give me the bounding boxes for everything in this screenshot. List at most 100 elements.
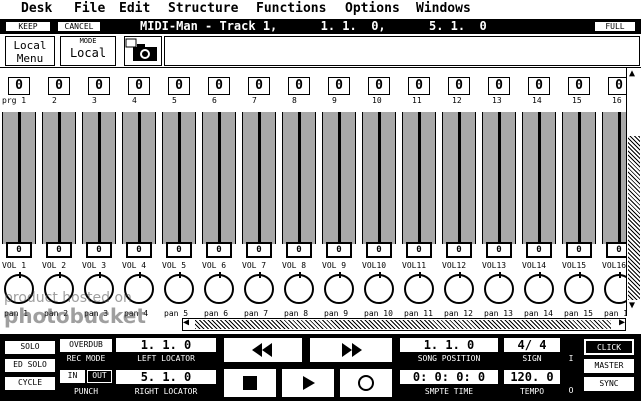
volume-label: VOL 4 bbox=[122, 261, 147, 270]
volume-fader-knob[interactable]: 0 bbox=[126, 242, 152, 258]
horizontal-scrollbar[interactable]: ◀ ▶ bbox=[182, 317, 626, 331]
volume-fader-track[interactable] bbox=[2, 112, 36, 244]
program-value-box[interactable]: 0 bbox=[8, 77, 30, 95]
pan-indicator bbox=[139, 272, 141, 278]
punch-in-button[interactable]: IN bbox=[60, 370, 85, 383]
camera-icon[interactable] bbox=[124, 36, 162, 66]
volume-fader-track[interactable] bbox=[242, 112, 276, 244]
volume-fader-knob[interactable]: 0 bbox=[566, 242, 592, 258]
sign-field[interactable]: 4/ 4 bbox=[504, 338, 560, 352]
vertical-scrollbar[interactable]: ▲ ▼ bbox=[626, 68, 641, 316]
volume-fader-track[interactable] bbox=[482, 112, 516, 244]
program-value-box[interactable]: 0 bbox=[528, 77, 550, 95]
program-value-box[interactable]: 0 bbox=[248, 77, 270, 95]
menu-windows[interactable]: Windows bbox=[416, 1, 471, 17]
menu-structure[interactable]: Structure bbox=[168, 1, 238, 17]
volume-fader-track[interactable] bbox=[442, 112, 476, 244]
local-menu-button[interactable]: Local Menu bbox=[5, 36, 55, 66]
menu-desk[interactable]: Desk bbox=[21, 1, 52, 17]
menu-functions[interactable]: Functions bbox=[256, 1, 326, 17]
master-button[interactable]: MASTER bbox=[584, 359, 634, 373]
hscroll-track[interactable] bbox=[195, 320, 611, 329]
program-value-box[interactable]: 0 bbox=[208, 77, 230, 95]
mode-box[interactable]: MODE Local bbox=[60, 36, 116, 66]
pan-indicator bbox=[19, 272, 21, 278]
program-value-box[interactable]: 0 bbox=[288, 77, 310, 95]
volume-fader-track[interactable] bbox=[402, 112, 436, 244]
volume-fader-knob[interactable]: 0 bbox=[406, 242, 432, 258]
program-value-box[interactable]: 0 bbox=[408, 77, 430, 95]
pan-knob[interactable] bbox=[204, 272, 234, 304]
pan-knob[interactable] bbox=[244, 272, 274, 304]
scroll-track[interactable] bbox=[628, 136, 640, 300]
volume-fader-track[interactable] bbox=[562, 112, 596, 244]
ed-solo-button[interactable]: ED SOLO bbox=[5, 359, 55, 372]
pan-knob[interactable] bbox=[484, 272, 514, 304]
overdub-button[interactable]: OVERDUB bbox=[60, 339, 112, 352]
program-value-box[interactable]: 0 bbox=[328, 77, 350, 95]
program-value-box[interactable]: 0 bbox=[168, 77, 190, 95]
pan-knob[interactable] bbox=[284, 272, 314, 304]
smpte-time-field[interactable]: 0: 0: 0: 0 bbox=[400, 370, 498, 384]
volume-fader-knob[interactable]: 0 bbox=[446, 242, 472, 258]
volume-fader-track[interactable] bbox=[82, 112, 116, 244]
pan-knob[interactable] bbox=[324, 272, 354, 304]
sync-button[interactable]: SYNC bbox=[584, 377, 634, 391]
volume-fader-knob[interactable]: 0 bbox=[46, 242, 72, 258]
pan-knob[interactable] bbox=[564, 272, 594, 304]
pan-knob[interactable] bbox=[524, 272, 554, 304]
volume-fader-track[interactable] bbox=[282, 112, 316, 244]
program-value-box[interactable]: 0 bbox=[368, 77, 390, 95]
pan-indicator bbox=[99, 272, 101, 278]
volume-fader-track[interactable] bbox=[42, 112, 76, 244]
menu-edit[interactable]: Edit bbox=[119, 1, 150, 17]
volume-fader-knob[interactable]: 0 bbox=[286, 242, 312, 258]
left-locator-field[interactable]: 1. 1. 0 bbox=[116, 338, 216, 352]
program-value-box[interactable]: 0 bbox=[488, 77, 510, 95]
volume-fader-track[interactable] bbox=[202, 112, 236, 244]
program-value-box[interactable]: 0 bbox=[448, 77, 470, 95]
keep-button[interactable]: KEEP bbox=[5, 21, 51, 32]
volume-fader-knob[interactable]: 0 bbox=[486, 242, 512, 258]
volume-fader-knob[interactable]: 0 bbox=[6, 242, 32, 258]
volume-fader-track[interactable] bbox=[122, 112, 156, 244]
pan-knob[interactable] bbox=[444, 272, 474, 304]
solo-button[interactable]: SOLO bbox=[5, 341, 55, 354]
cancel-button[interactable]: CANCEL bbox=[57, 21, 101, 32]
volume-fader-knob[interactable]: 0 bbox=[246, 242, 272, 258]
pan-knob[interactable] bbox=[364, 272, 394, 304]
volume-fader-track[interactable] bbox=[362, 112, 396, 244]
cycle-button[interactable]: CYCLE bbox=[5, 377, 55, 390]
punch-out-button[interactable]: OUT bbox=[87, 370, 112, 383]
program-value-box[interactable]: 0 bbox=[88, 77, 110, 95]
volume-fader-knob[interactable]: 0 bbox=[86, 242, 112, 258]
program-value-box[interactable]: 0 bbox=[128, 77, 150, 95]
program-value-box[interactable]: 0 bbox=[568, 77, 590, 95]
song-position-field[interactable]: 1. 1. 0 bbox=[400, 338, 498, 352]
tempo-field[interactable]: 120. 0 bbox=[504, 370, 560, 384]
fast-forward-button[interactable] bbox=[310, 338, 392, 362]
scroll-up-icon[interactable]: ▲ bbox=[629, 68, 635, 79]
volume-fader-knob[interactable]: 0 bbox=[166, 242, 192, 258]
scroll-right-icon[interactable]: ▶ bbox=[619, 317, 625, 328]
scroll-down-icon[interactable]: ▼ bbox=[629, 300, 635, 311]
stop-button[interactable] bbox=[224, 369, 276, 397]
pan-knob[interactable] bbox=[404, 272, 434, 304]
volume-fader-knob[interactable]: 0 bbox=[206, 242, 232, 258]
volume-fader-track[interactable] bbox=[162, 112, 196, 244]
program-value-box[interactable]: 0 bbox=[48, 77, 70, 95]
play-button[interactable] bbox=[282, 369, 334, 397]
menu-options[interactable]: Options bbox=[345, 1, 400, 17]
full-button[interactable]: FULL bbox=[594, 21, 636, 32]
rewind-button[interactable] bbox=[224, 338, 302, 362]
volume-fader-track[interactable] bbox=[522, 112, 556, 244]
right-locator-field[interactable]: 5. 1. 0 bbox=[116, 370, 216, 384]
volume-fader-knob[interactable]: 0 bbox=[526, 242, 552, 258]
record-button[interactable] bbox=[340, 369, 392, 397]
volume-fader-knob[interactable]: 0 bbox=[326, 242, 352, 258]
menu-file[interactable]: File bbox=[74, 1, 105, 17]
volume-fader-knob[interactable]: 0 bbox=[366, 242, 392, 258]
volume-fader-track[interactable] bbox=[322, 112, 356, 244]
channel-label: 11 bbox=[412, 96, 422, 105]
click-button[interactable]: CLICK bbox=[584, 339, 634, 355]
